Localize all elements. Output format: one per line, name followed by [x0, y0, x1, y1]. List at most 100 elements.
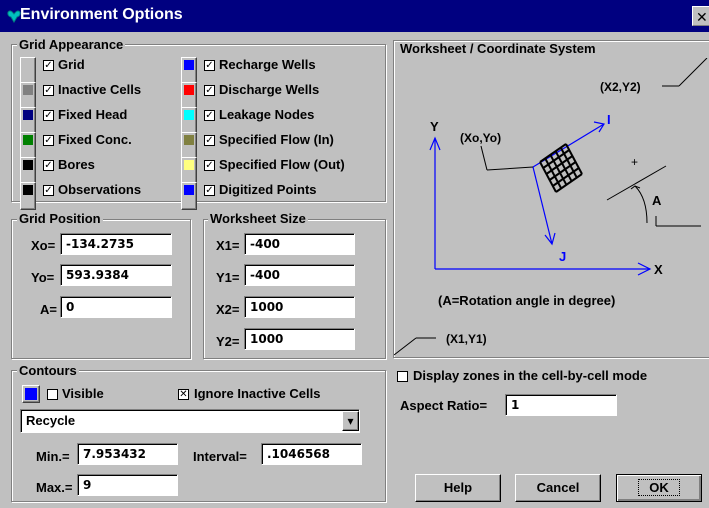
contour-color-swatch — [25, 388, 37, 400]
contour-palette-value: Recycle — [26, 413, 76, 428]
legend-checkbox[interactable]: ✓ — [43, 85, 54, 96]
cancel-button[interactable]: Cancel — [515, 474, 601, 502]
coordinate-diagram: + (X2,Y2) (Xo,Yo) Y X I J A (A=Rotation … — [394, 58, 708, 356]
contours-label: Contours — [17, 363, 79, 378]
legend-checkbox[interactable]: ✓ — [204, 60, 215, 71]
legend-label: Discharge Wells — [219, 82, 320, 97]
x2y2-label: (X2,Y2) — [600, 80, 641, 94]
legend-label: Inactive Cells — [58, 82, 142, 97]
color-swatch — [184, 60, 194, 70]
color-swatch — [23, 110, 33, 120]
legend-checkbox[interactable]: ✓ — [204, 185, 215, 196]
interval-input[interactable]: .1046568 — [261, 443, 362, 465]
x1-input[interactable]: -400 — [244, 233, 355, 255]
max-label: Max.= — [36, 480, 73, 495]
color-swatch — [184, 135, 194, 145]
yo-input[interactable]: 593.9384 — [60, 264, 172, 286]
y-axis-label: Y — [430, 119, 439, 134]
dropdown-arrow-button[interactable]: ▾ — [342, 411, 359, 431]
j-axis-label: J — [559, 249, 566, 264]
xo-input[interactable]: -134.2735 — [60, 233, 172, 255]
help-button[interactable]: Help — [415, 474, 501, 502]
color-swatch — [23, 135, 33, 145]
legend-item: ✓ Specified Flow (Out) — [181, 156, 371, 185]
legend-checkbox[interactable]: ✓ — [204, 135, 215, 146]
color-swatch — [23, 185, 33, 195]
grid-position-label: Grid Position — [17, 211, 103, 226]
legend-item: ✓ Recharge Wells — [181, 56, 371, 85]
y2-input[interactable]: 1000 — [244, 328, 355, 350]
color-swatch-button[interactable] — [181, 182, 197, 210]
x1-label: X1= — [216, 238, 240, 253]
legend-label: Recharge Wells — [219, 57, 316, 72]
legend-checkbox[interactable]: ✓ — [43, 160, 54, 171]
aspect-ratio-input[interactable]: 1 — [505, 394, 617, 416]
x1y1-leader — [394, 337, 417, 356]
a-label: A= — [40, 302, 57, 317]
color-swatch — [184, 85, 194, 95]
contour-palette-select[interactable]: Recycle — [20, 409, 360, 433]
color-swatch — [23, 60, 33, 70]
legend-checkbox[interactable]: ✓ — [43, 135, 54, 146]
legend-label: Digitized Points — [219, 182, 317, 197]
legend-checkbox[interactable]: ✓ — [204, 85, 215, 96]
color-swatch — [184, 160, 194, 170]
legend-item: ✓ Digitized Points — [181, 181, 371, 210]
visible-label: Visible — [62, 386, 104, 401]
color-swatch — [184, 185, 194, 195]
contour-color-button[interactable] — [22, 385, 40, 403]
legend-label: Bores — [58, 157, 95, 172]
angle-label: A — [652, 193, 662, 208]
x-axis-label: X — [654, 262, 663, 277]
yo-label: Yo= — [31, 270, 55, 285]
color-swatch — [184, 110, 194, 120]
max-input[interactable]: 9 — [77, 474, 178, 496]
x2y2-leader-2 — [678, 58, 708, 87]
close-button[interactable]: ✕ — [692, 6, 709, 26]
ignore-inactive-checkbox[interactable]: ✕ — [178, 389, 189, 400]
visible-checkbox[interactable] — [47, 389, 58, 400]
legend-checkbox[interactable]: ✓ — [43, 60, 54, 71]
grid-appearance-label: Grid Appearance — [17, 37, 126, 52]
legend-item: ✓ Discharge Wells — [181, 81, 371, 110]
rotation-arc-arrow — [630, 185, 641, 190]
legend-label: Observations — [58, 182, 142, 197]
legend-checkbox[interactable]: ✓ — [204, 110, 215, 121]
origin-leader-line — [480, 145, 488, 171]
color-swatch-button[interactable] — [20, 182, 36, 210]
a-input[interactable]: 0 — [60, 296, 172, 318]
ok-button[interactable]: OK — [616, 474, 702, 502]
xo-label: Xo= — [31, 238, 56, 253]
min-input[interactable]: 7.953432 — [77, 443, 178, 465]
rotation-note: (A=Rotation angle in degree) — [438, 293, 615, 308]
ignore-inactive-option: ✕ Ignore Inactive Cells — [176, 385, 376, 403]
environment-options-dialog: Environment Options ✕ Grid Appearance ✓ G… — [0, 0, 709, 508]
legend-checkbox[interactable]: ✓ — [204, 160, 215, 171]
origin-label: (Xo,Yo) — [460, 131, 501, 145]
contours-visible-option: Visible — [22, 385, 142, 403]
interval-label: Interval= — [193, 449, 247, 464]
ignore-inactive-label: Ignore Inactive Cells — [194, 386, 321, 401]
x2-input[interactable]: 1000 — [244, 296, 355, 318]
legend-item: ✓ Leakage Nodes — [181, 106, 371, 135]
y1-input[interactable]: -400 — [244, 264, 355, 286]
x2-label: X2= — [216, 302, 240, 317]
i-axis-label: I — [607, 112, 611, 127]
x1y1-label: (X1,Y1) — [446, 332, 487, 346]
ok-label: OK — [638, 479, 680, 496]
rotation-mark: + — [631, 155, 638, 169]
legend-checkbox[interactable]: ✓ — [43, 110, 54, 121]
display-zones-checkbox[interactable] — [397, 371, 408, 382]
legend-checkbox[interactable]: ✓ — [43, 185, 54, 196]
legend-item: ✓ Specified Flow (In) — [181, 131, 371, 160]
aspect-ratio-label: Aspect Ratio= — [400, 398, 488, 413]
legend-label: Specified Flow (In) — [219, 132, 334, 147]
min-label: Min.= — [36, 449, 70, 464]
display-zones-label: Display zones in the cell-by-cell mode — [413, 368, 648, 383]
legend-label: Fixed Conc. — [58, 132, 132, 147]
model-grid — [539, 143, 583, 193]
window-title: Environment Options — [20, 6, 183, 23]
coordinate-system-label: Worksheet / Coordinate System — [398, 41, 598, 56]
rotation-arc — [634, 185, 648, 224]
chevron-down-icon: ▾ — [347, 414, 354, 428]
